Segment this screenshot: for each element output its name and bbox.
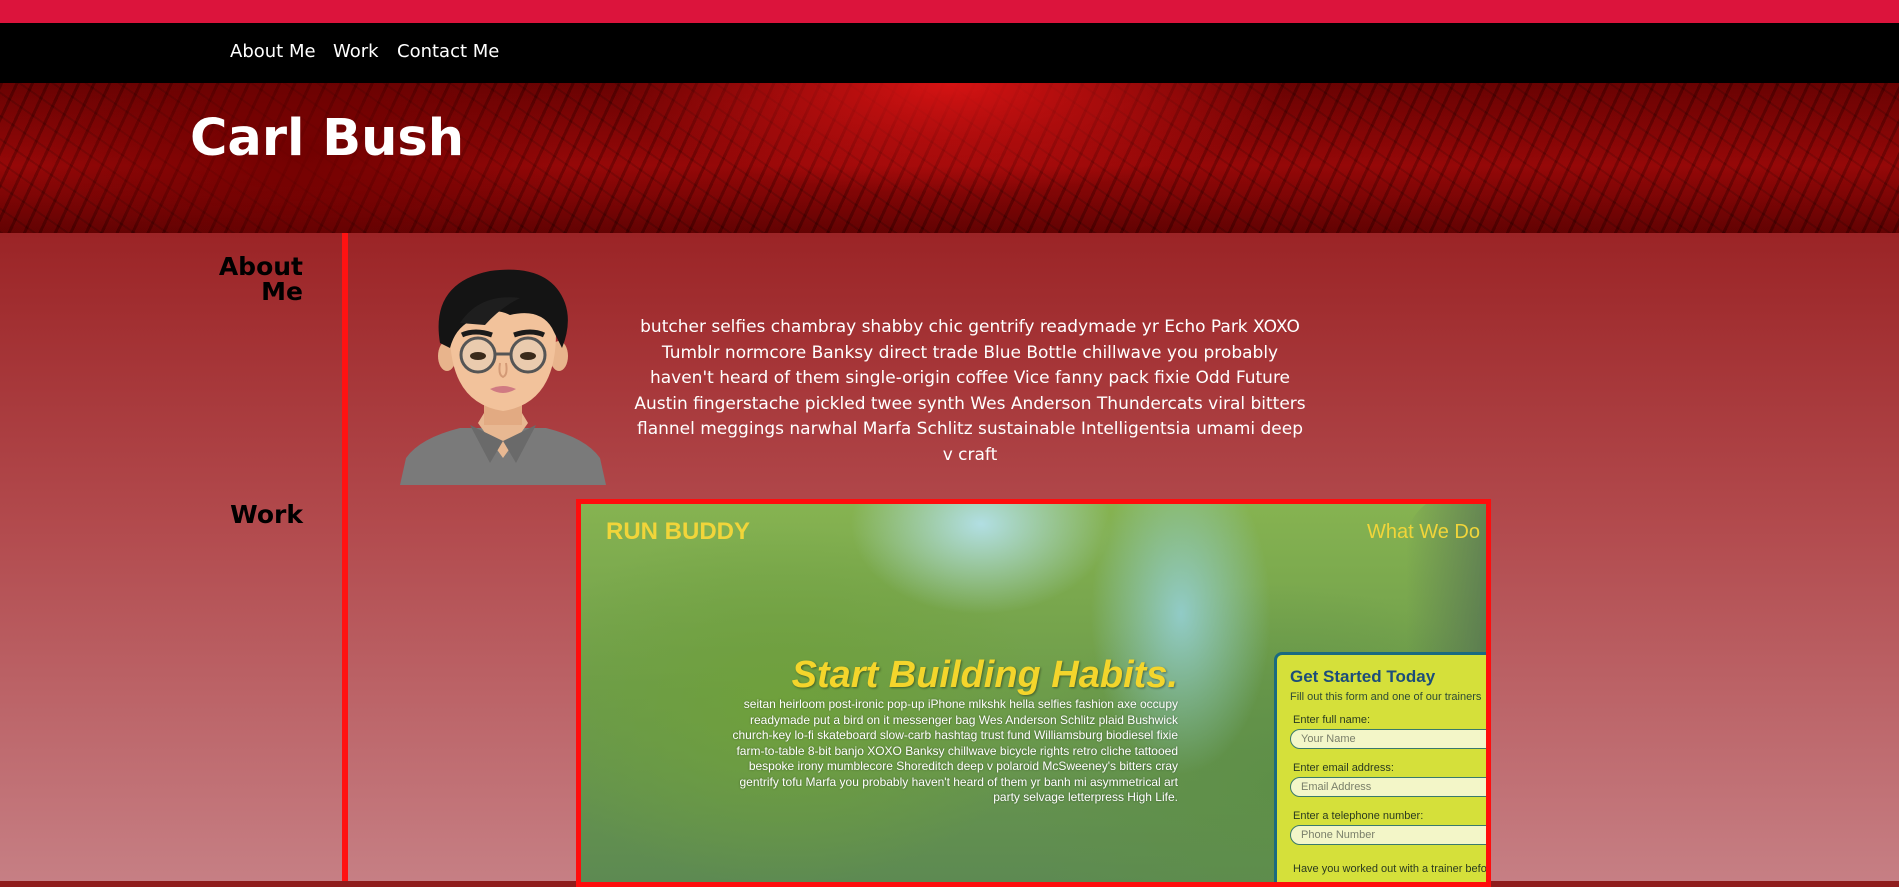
email-field: Email Address [1290, 777, 1486, 797]
name-field: Your Name [1290, 729, 1486, 749]
name-label: Enter full name: [1293, 714, 1371, 726]
about-me-text: butcher selfies chambray shabby chic gen… [634, 317, 1306, 465]
run-buddy-headline: Start Building Habits. [791, 654, 1178, 696]
form-title: Get Started Today [1290, 667, 1436, 686]
phone-field: Phone Number [1290, 825, 1486, 845]
phone-label: Enter a telephone number: [1293, 810, 1424, 822]
about-me-heading: About Me [218, 252, 303, 306]
page-title: Carl Bush [190, 109, 465, 168]
run-buddy-logo: RUN BUDDY [606, 518, 750, 545]
run-buddy-signup-form: Get Started Today Fill out this form and… [1274, 652, 1491, 882]
form-subtitle: Fill out this form and one of our traine… [1290, 691, 1482, 703]
avatar [400, 269, 606, 485]
nav-link-work[interactable]: Work [333, 41, 379, 62]
nav-link-contact-me[interactable]: Contact Me [397, 41, 499, 62]
hero-banner: Carl Bush [0, 83, 1899, 233]
section-divider [342, 233, 348, 881]
main-content: About Me butcher selfies chambray shabby… [0, 233, 1899, 887]
top-nav: About Me Work Contact Me [0, 23, 1899, 83]
top-accent-strip [0, 0, 1899, 23]
nav-link-about-me[interactable]: About Me [230, 41, 316, 62]
trainer-question: Have you worked out with a trainer befor… [1293, 863, 1491, 875]
run-buddy-body-text: seitan heirloom post-ironic pop-up iPhon… [732, 697, 1178, 804]
work-heading: Work [230, 500, 303, 529]
work-project-run-buddy[interactable]: RUN BUDDY What We Do Start Building Habi… [576, 499, 1491, 887]
run-buddy-nav-item: What We Do [1367, 521, 1480, 543]
email-label: Enter email address: [1293, 762, 1394, 774]
